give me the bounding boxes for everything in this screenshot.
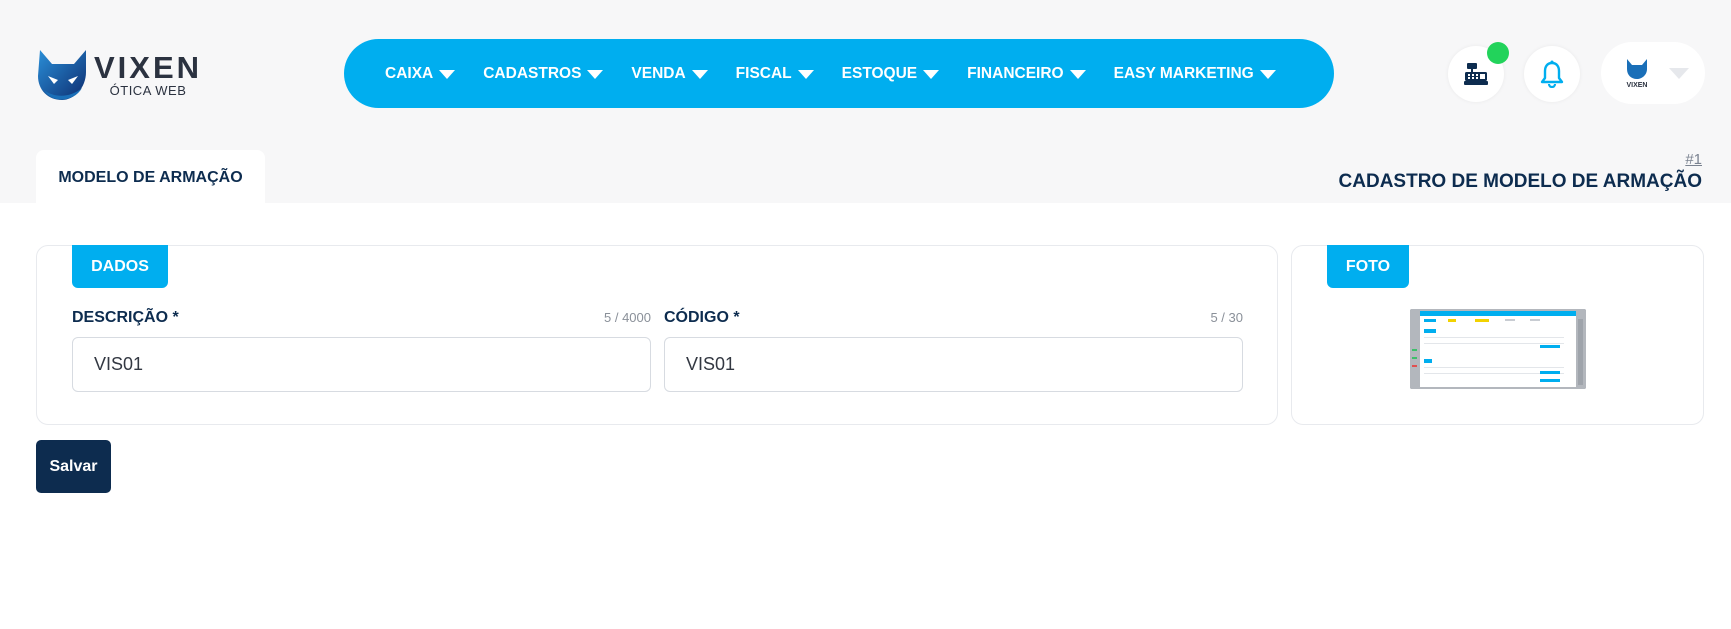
brand-subtitle: ÓTICA WEB [109,82,187,98]
brand-logo[interactable]: VIXEN ÓTICA WEB [34,46,234,102]
nav-item-cadastros[interactable]: CADASTROS [483,64,604,83]
photo-thumbnail[interactable] [1410,309,1586,389]
caret-down-icon [691,70,708,79]
nav-item-easy-marketing[interactable]: EASY MARKETING [1114,65,1276,83]
nav-item-label: FISCAL [735,64,792,82]
nav-item-venda[interactable]: VENDA [631,64,708,83]
caret-down-icon [1259,70,1276,79]
descricao-input[interactable] [72,337,651,392]
descricao-label: DESCRIÇÃO * [72,309,179,326]
caret-down-icon [923,70,940,79]
bell-icon [1540,60,1564,88]
online-status-dot [1487,42,1509,64]
nav-item-estoque[interactable]: ESTOQUE [842,65,940,83]
descricao-char-count: 5 / 4000 [604,310,651,325]
dados-section-badge: DADOS [72,245,168,288]
foto-section: FOTO [1291,245,1704,425]
caret-down-icon [439,70,456,79]
brand-name: VIXEN [94,49,203,85]
dados-section: DADOS DESCRIÇÃO * 5 / 4000 CÓDIGO * 5 / … [36,245,1278,425]
user-menu[interactable]: VIXEN [1601,42,1705,104]
fox-logo-icon [38,50,86,100]
nav-item-fiscal[interactable]: FISCAL [736,65,814,83]
caret-down-icon [797,70,814,79]
codigo-label: CÓDIGO * [664,309,740,326]
nav-item-label: CADASTROS [483,64,582,82]
avatar-text: VIXEN [1626,82,1647,89]
codigo-field: CÓDIGO * 5 / 30 [664,309,1243,392]
caret-down-icon [1069,70,1086,79]
tab-modelo-de-armacao[interactable]: MODELO DE ARMAÇÃO [36,150,265,206]
screenshot-image [1410,309,1586,389]
avatar: VIXEN [1626,59,1648,89]
nav-item-label: VENDA [631,64,686,82]
codigo-input[interactable] [664,337,1243,392]
nav-item-label: EASY MARKETING [1113,64,1254,82]
nav-item-label: ESTOQUE [841,64,918,82]
foto-section-badge: FOTO [1327,245,1409,288]
nav-item-label: CAIXA [385,64,434,82]
page-title: CADASTRO DE MODELO DE ARMAÇÃO [1338,171,1702,192]
chevron-down-icon [1669,67,1689,79]
main-nav: CAIXA CADASTROS VENDA FISCAL ESTOQUE FIN… [344,39,1334,108]
cash-register-icon [1464,63,1488,85]
descricao-field: DESCRIÇÃO * 5 / 4000 [72,309,651,392]
record-number-link[interactable]: #1 [1685,151,1702,168]
tab-label: MODELO DE ARMAÇÃO [58,169,243,186]
save-button[interactable]: Salvar [36,440,111,493]
nav-item-financeiro[interactable]: FINANCEIRO [967,64,1086,83]
caret-down-icon [587,70,604,79]
codigo-char-count: 5 / 30 [1210,310,1243,325]
nav-item-label: FINANCEIRO [967,64,1064,82]
nav-item-caixa[interactable]: CAIXA [385,64,456,83]
notifications-button[interactable] [1524,46,1580,102]
